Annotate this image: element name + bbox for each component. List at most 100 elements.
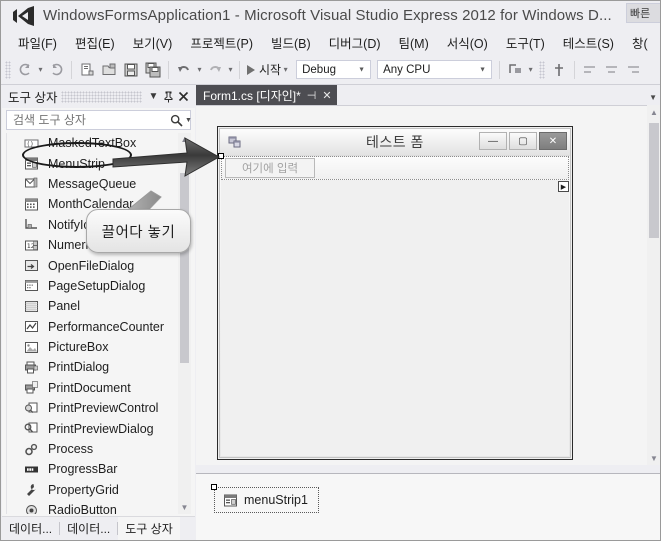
toolbox-item-label: PictureBox [48,340,109,355]
align-right-icon[interactable] [623,59,645,81]
toolbox-item-performancecounter[interactable]: PerformanceCounter [7,317,178,337]
save-icon[interactable] [120,59,142,81]
menu-item-debug[interactable]: 디버그(D) [320,30,390,55]
new-project-icon[interactable] [76,59,98,81]
form-close-button[interactable]: ✕ [539,132,567,150]
search-icon[interactable]: ▼ [170,114,197,127]
toolbox-search-input[interactable] [7,112,170,128]
menustrip-control[interactable]: 여기에 입력 ▶ [218,153,569,192]
close-icon[interactable] [176,89,191,105]
align-left-icon[interactable] [579,59,601,81]
form-design-surface[interactable]: 테스트 폼 — ▢ ✕ 여기에 입력 ▶ [196,105,660,465]
menustrip-type-here[interactable]: 여기에 입력 [225,158,315,178]
toolbox-item-printpreviewcontrol[interactable]: PrintPreviewControl [7,398,178,418]
close-icon[interactable]: ✕ [322,89,331,102]
chevron-down-icon[interactable]: ▼ [649,93,657,102]
document-tab-form1[interactable]: Form1.cs [디자인]* ⊣ ✕ [196,85,337,105]
designer-vertical-scrollbar[interactable]: ▲ ▼ [647,105,660,465]
navigate-back-dropdown-icon[interactable]: ▾ [36,65,45,74]
toolbox-drag-dots[interactable] [61,90,142,103]
toolbox-scrollbar[interactable]: ▲ ▼ [178,133,191,514]
scroll-down-arrow-icon[interactable]: ▼ [647,451,660,465]
selection-handle[interactable] [211,484,217,490]
cursor-icon[interactable] [548,59,570,81]
toolbox-item-radiobutton[interactable]: RadioButton [7,500,178,514]
toolbox-item-printdialog[interactable]: PrintDialog [7,357,178,377]
menu-item-team[interactable]: 팀(M) [390,30,438,55]
designed-form[interactable]: 테스트 폼 — ▢ ✕ 여기에 입력 ▶ [217,126,573,460]
toolbox-item-panel[interactable]: Panel [7,296,178,316]
undo-icon[interactable] [173,59,195,81]
toolbar-grip[interactable] [5,60,11,79]
undo-dropdown-icon[interactable]: ▾ [195,65,204,74]
toolbox-item-label: PrintPreviewControl [48,401,159,416]
solution-configuration-select[interactable]: Debug ▼ [296,60,372,79]
tab-toolbox[interactable]: 도구 상자 [118,517,180,540]
toolbox-item-printpreviewdialog[interactable]: PrintPreviewDialog [7,418,178,438]
scroll-up-arrow-icon[interactable]: ▲ [647,105,660,119]
tray-item-menustrip1[interactable]: menuStrip1 [211,484,319,513]
pin-icon[interactable] [161,89,176,105]
start-dropdown-icon[interactable]: ▾ [281,65,290,74]
menu-item-build[interactable]: 빌드(B) [262,30,320,55]
selection-handle[interactable] [218,153,224,159]
toolbox-item-openfiledialog[interactable]: OpenFileDialog [7,255,178,275]
tray-splitter[interactable] [196,466,660,473]
scroll-up-arrow-icon[interactable]: ▲ [178,133,191,146]
form-maximize-button[interactable]: ▢ [509,132,537,150]
numericupdown-icon: 12 [23,237,39,253]
chevron-down-icon[interactable]: ▼ [185,117,192,124]
menu-item-tools[interactable]: 도구(T) [497,30,554,55]
toolbar-separator [499,60,501,79]
tab-data-sources-2[interactable]: 데이터... [60,517,117,540]
tray-item-label: menuStrip1 [244,493,308,507]
navigate-back-icon[interactable] [14,59,36,81]
toolbox-item-menustrip[interactable]: MenuStrip [7,153,178,173]
component-tray[interactable]: menuStrip1 [196,473,660,540]
toolbox-item-label: PrintDocument [48,380,131,395]
scroll-down-arrow-icon[interactable]: ▼ [178,501,191,514]
toolbox-item-maskedtextbox[interactable]: () MaskedTextBox [7,133,178,153]
drag-drop-callout: 끌어다 놓기 [86,209,191,253]
tab-data-sources-1[interactable]: 데이터... [2,517,59,540]
solution-platform-select[interactable]: Any CPU ▼ [377,60,493,79]
scrollbar-thumb[interactable] [180,173,189,363]
navigate-forward-icon[interactable] [45,59,67,81]
menu-item-file[interactable]: 파일(F) [9,30,66,55]
menu-item-test[interactable]: 테스트(S) [554,30,623,55]
openfiledialog-icon [23,258,39,274]
save-all-icon[interactable] [142,59,164,81]
menu-item-view[interactable]: 보기(V) [124,30,182,55]
toolbox-item-progressbar[interactable]: ProgressBar [7,459,178,479]
smart-tag-arrow-icon[interactable]: ▶ [558,181,569,192]
quick-launch-box[interactable]: 빠른 [626,3,660,23]
step-into-icon[interactable] [504,59,526,81]
menu-item-edit[interactable]: 편집(E) [66,30,124,55]
form-minimize-button[interactable]: — [479,132,507,150]
performancecounter-icon [23,319,39,335]
toolbox-item-printdocument[interactable]: PrintDocument [7,378,178,398]
quick-launch-label: 빠른 [630,8,651,20]
form-body[interactable]: 여기에 입력 ▶ [218,153,569,456]
toolbox-item-propertygrid[interactable]: PropertyGrid [7,480,178,500]
menu-item-format[interactable]: 서식(O) [438,30,497,55]
toolbox-item-pagesetupdialog[interactable]: PageSetupDialog [7,276,178,296]
redo-dropdown-icon[interactable]: ▾ [226,65,235,74]
step-dropdown-icon[interactable]: ▾ [526,65,535,74]
chevron-down-icon[interactable]: ▼ [146,89,161,105]
document-tab-bar: Form1.cs [디자인]* ⊣ ✕ ▼ [196,85,660,105]
scrollbar-thumb[interactable] [649,123,659,238]
start-debugging-button[interactable]: 시작 ▾ [244,59,293,80]
redo-icon[interactable] [204,59,226,81]
toolbox-item-process[interactable]: Process [7,439,178,459]
masked-textbox-icon: () [23,135,39,151]
toolbox-item-messagequeue[interactable]: MessageQueue [7,174,178,194]
toolbar-grip[interactable] [539,60,546,79]
menu-item-window[interactable]: 창( [623,30,657,55]
pin-icon[interactable]: ⊣ [307,89,317,102]
toolbox-search-box[interactable]: ▼ [6,110,192,130]
menu-item-project[interactable]: 프로젝트(P) [181,30,262,55]
align-center-icon[interactable] [601,59,623,81]
toolbox-item-picturebox[interactable]: PictureBox [7,337,178,357]
open-file-icon[interactable] [98,59,120,81]
